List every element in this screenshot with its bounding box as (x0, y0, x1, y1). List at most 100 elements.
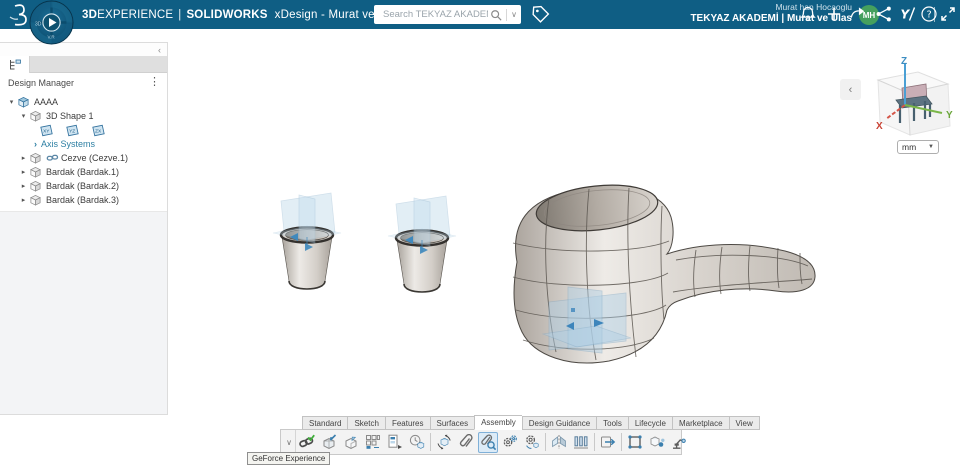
tab-sketch[interactable]: Sketch (347, 416, 385, 430)
plane-icon-yz[interactable]: YZ (64, 124, 81, 137)
model-cezve[interactable] (512, 180, 816, 364)
fullscreen-expand-icon[interactable] (938, 4, 958, 24)
add-plus-icon[interactable] (824, 4, 844, 24)
toolbar-group-separator (594, 433, 595, 451)
caret-collapsed-icon[interactable]: ▸ (18, 182, 29, 190)
shape-icon (29, 110, 43, 123)
caret-expanded-icon[interactable]: ▾ (18, 112, 29, 120)
tree-item-3d-shape-1[interactable]: ▾ 3D Shape 1 (0, 109, 167, 123)
brand-solidworks: SOLIDWORKS (186, 8, 268, 21)
user-info[interactable]: Murat han Hocaoglu TEKYAZ AKADEMİ | Mura… (630, 2, 852, 25)
component-icon (29, 180, 43, 193)
product-icon (17, 96, 31, 109)
user-name: Murat han Hocaoglu (775, 2, 852, 12)
robot-programming-icon[interactable] (669, 432, 689, 453)
mate-icon[interactable] (297, 432, 317, 453)
unit-select[interactable]: mm ▼ (897, 140, 939, 154)
tree-item-label: Bardak (Bardak.1) (46, 167, 120, 177)
app-window: 3D EXPERIENCE | SOLIDWORKS xDesign - Mura… (0, 0, 960, 469)
structure-frame-icon[interactable] (625, 432, 645, 453)
swym-community-icon[interactable]: Y (898, 4, 918, 24)
triad-y-label: Y (946, 110, 953, 121)
app-title: 3D EXPERIENCE | SOLIDWORKS xDesign - Mura… (82, 0, 416, 29)
tab-standard[interactable]: Standard (302, 416, 348, 430)
tree-item-bardak-bardak-2[interactable]: ▸ Bardak (Bardak.2) (0, 179, 167, 193)
tree-item-aaaa[interactable]: ▾ AAAA (0, 95, 167, 109)
brand-3d: 3D (82, 8, 98, 21)
svg-text:XY: XY (43, 128, 50, 134)
move-component-icon[interactable] (434, 432, 454, 453)
tag-icon[interactable] (530, 4, 551, 25)
gear-mate-icon[interactable] (500, 432, 520, 453)
tab-lifecycle[interactable]: Lifecycle (627, 416, 672, 430)
insert-component-icon[interactable] (319, 432, 339, 453)
tab-surfaces[interactable]: Surfaces (429, 416, 475, 430)
caret-collapsed-icon[interactable]: ▸ (18, 168, 29, 176)
assembly-toolbar: ∨ (280, 429, 686, 455)
component-pattern-icon[interactable] (363, 432, 383, 453)
svg-text:YZ: YZ (69, 128, 75, 134)
notifications-bell-icon[interactable] (798, 4, 818, 24)
model-bardak-1[interactable] (271, 191, 343, 291)
attach-icon[interactable] (456, 432, 476, 453)
mirror-components-icon[interactable] (549, 432, 569, 453)
panel-menu-kebab-icon[interactable]: ⋮ (142, 77, 167, 88)
export-component-icon[interactable] (598, 432, 618, 453)
compass-west-label: 3D (35, 22, 42, 28)
tab-features[interactable]: Features (384, 416, 430, 430)
caret-collapsed-icon[interactable]: ▸ (18, 196, 29, 204)
brand-experience: EXPERIENCE (97, 8, 174, 21)
view-triad[interactable]: Z X Y (864, 55, 956, 147)
tree-item-bardak-bardak-1[interactable]: ▸ Bardak (Bardak.1) (0, 165, 167, 179)
os-tooltip: GeForce Experience (247, 452, 331, 465)
tab-design-tree[interactable] (0, 56, 30, 73)
component-history-icon[interactable] (407, 432, 427, 453)
tree-item-cezve-cezve-1[interactable]: ▸ Cezve (Cezve.1) (0, 151, 167, 165)
plane-icon-zx[interactable]: ZX (90, 124, 107, 137)
3dexperience-compass[interactable]: 3D V.R (29, 0, 74, 45)
plane-icon-xy[interactable]: XY (38, 124, 55, 137)
model-bardak-2[interactable] (386, 194, 458, 294)
tab-assembly[interactable]: Assembly (474, 415, 522, 430)
triad-x-label: X (876, 121, 883, 132)
tree-item-bardak-bardak-3[interactable]: ▸ Bardak (Bardak.3) (0, 193, 167, 207)
toolbar-group-separator (545, 433, 546, 451)
panel-header: Design Manager ⋮ (0, 73, 167, 92)
tree-item-axis-systems[interactable]: › Axis Systems (0, 137, 167, 151)
tab-design-guidance[interactable]: Design Guidance (521, 416, 597, 430)
toolbar-collapse-chevron-icon[interactable]: ∨ (283, 430, 296, 454)
caret-collapsed-icon[interactable]: ▸ (18, 154, 29, 162)
new-component-icon[interactable] (341, 432, 361, 453)
viewport-panel-collapse-icon[interactable]: ‹ (840, 79, 861, 100)
tab-marketplace[interactable]: Marketplace (671, 416, 729, 430)
tree-item-reference-planes[interactable]: XY YZ ZX (0, 123, 167, 137)
design-tree: ▾ AAAA ▾ 3D Shape 1 XY YZ ZX › Axis Systems… (0, 92, 167, 207)
search-icon[interactable] (490, 9, 502, 21)
component-icon (29, 152, 43, 165)
share-network-icon[interactable] (874, 4, 894, 24)
topbar-divider (934, 7, 935, 22)
pattern-components-icon[interactable] (571, 432, 591, 453)
panel-title: Design Manager (8, 77, 75, 88)
kinematics-icon[interactable] (647, 432, 667, 453)
mechanical-mate-icon[interactable] (522, 432, 542, 453)
tab-view[interactable]: View (728, 416, 760, 430)
search-scope-chevron-icon[interactable]: ∨ (511, 10, 517, 19)
ribbon-tab-bar: Standard Sketch Features Surfaces Assembly De… (302, 415, 760, 430)
svg-text:Y: Y (901, 8, 911, 22)
magnetic-mate-icon[interactable] (478, 431, 498, 453)
panel-collapse-chevron-icon[interactable]: ‹ (0, 43, 167, 56)
unit-value: mm (902, 142, 917, 152)
share-arrow-icon[interactable] (848, 4, 868, 24)
search-input[interactable] (381, 8, 491, 21)
help-icon[interactable]: ? (919, 4, 939, 24)
svg-text:ZX: ZX (95, 128, 102, 134)
tab-tools[interactable]: Tools (596, 416, 628, 430)
caret-expanded-icon[interactable]: ▾ (6, 98, 17, 106)
brand-separator: | (178, 8, 182, 21)
panel-empty-area (0, 211, 167, 414)
component-tree-icon[interactable] (385, 432, 405, 453)
external-link-icon (46, 153, 59, 163)
panel-tabs (0, 56, 167, 73)
caret-link-icon[interactable]: › (30, 139, 41, 149)
